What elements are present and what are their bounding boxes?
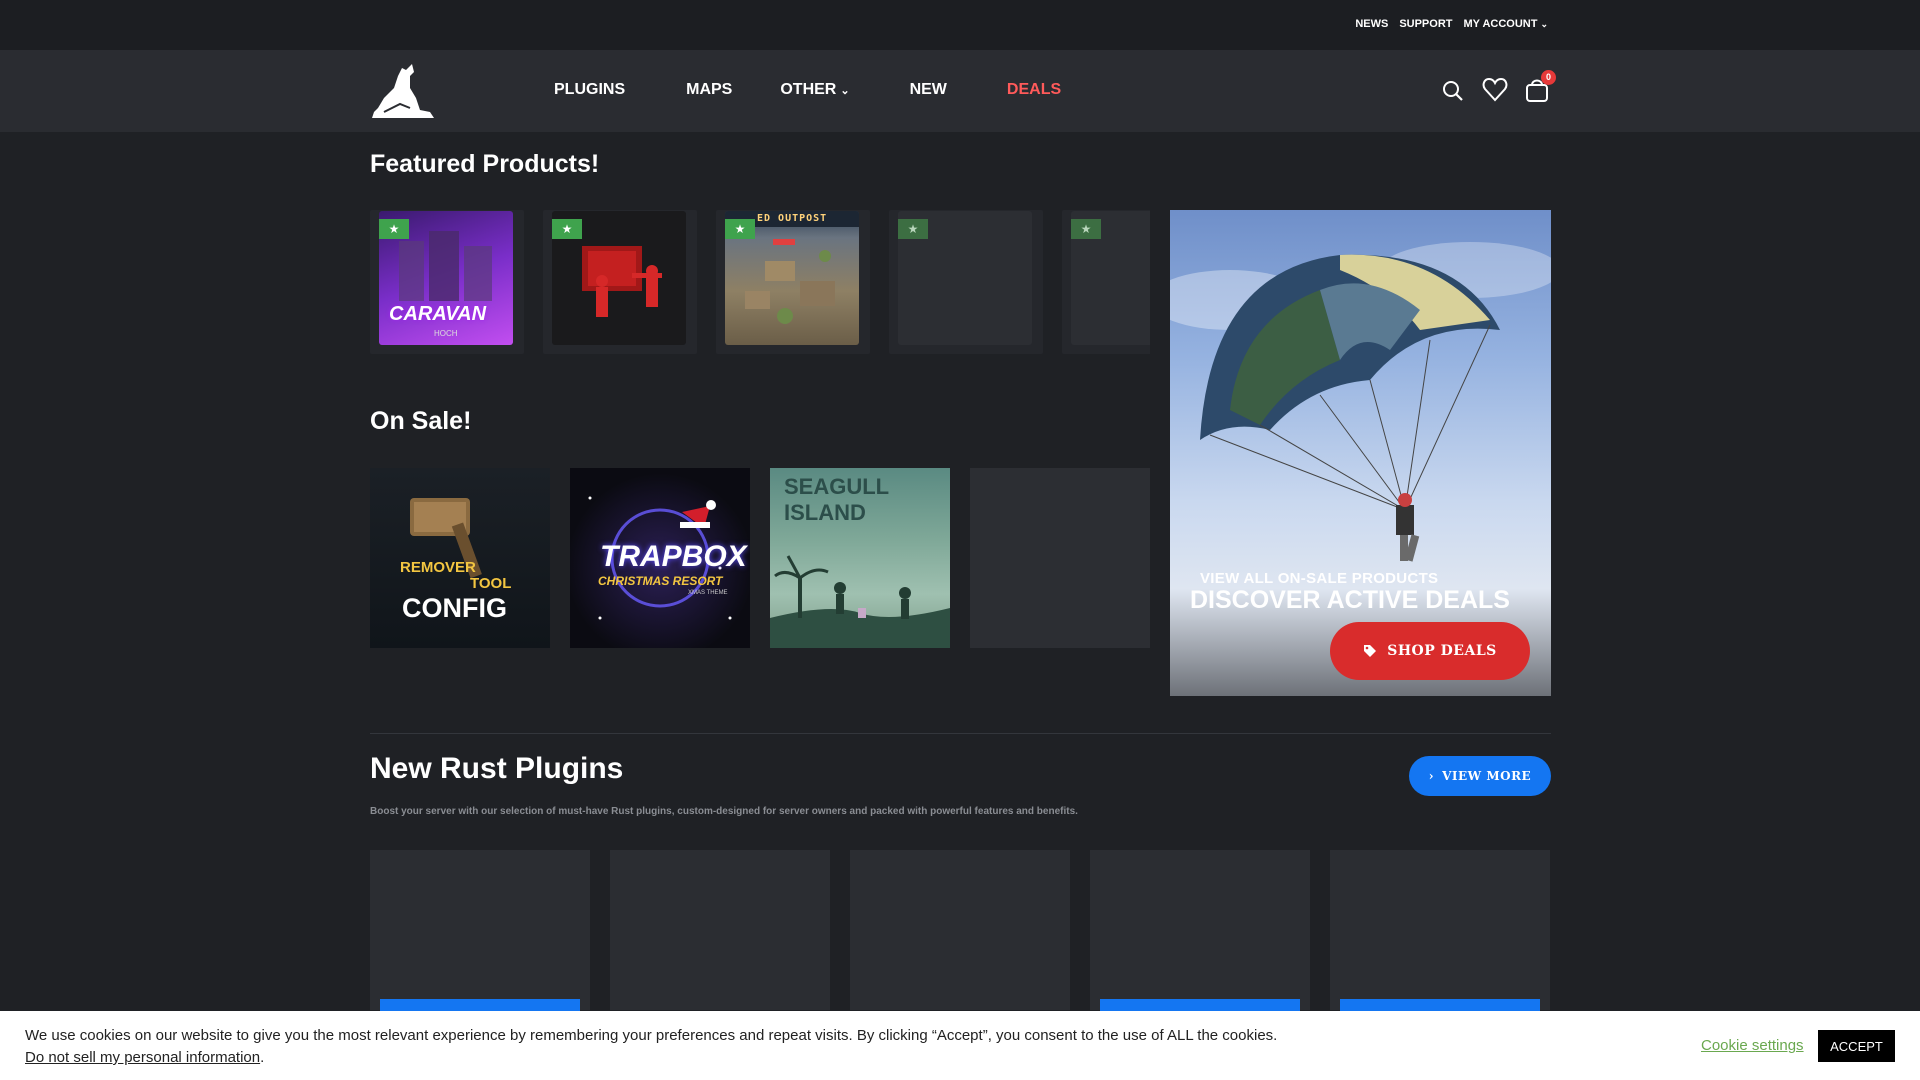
add-to-cart-button[interactable] — [1100, 999, 1300, 1011]
star-icon: ★ — [898, 219, 928, 239]
main-header: PLUGINS MAPS OTHER ⌄ NEW DEALS 0 — [0, 50, 1920, 132]
plugins-description: Boost your server with our selection of … — [370, 806, 1078, 817]
sale-product-card[interactable]: REMOVER TOOL CONFIG — [370, 468, 550, 648]
nav-deals[interactable]: DEALS — [1007, 81, 1061, 99]
main-nav: PLUGINS MAPS OTHER ⌄ NEW DEALS — [554, 81, 1061, 99]
top-links: NEWS SUPPORT MY ACCOUNT ⌄ — [1355, 18, 1548, 30]
product-card[interactable]: CARAVAN HOCH ★ — [370, 210, 524, 354]
chevron-right-icon: › — [1428, 769, 1435, 783]
plugin-card[interactable] — [610, 850, 830, 1010]
product-art-text: TOOL — [470, 575, 512, 592]
my-account-label: MY ACCOUNT — [1463, 18, 1538, 30]
product-art-subtext: HOCH — [434, 329, 458, 338]
plugins-title: New Rust Plugins — [370, 752, 624, 785]
sale-product-card[interactable]: TRAPBOX CHRISTMAS RESORT XMAS THEME — [570, 468, 750, 648]
deals-subtitle: VIEW ALL ON-SALE PRODUCTS — [1200, 570, 1439, 587]
view-more-button[interactable]: › VIEW MORE — [1409, 756, 1551, 796]
accept-cookies-button[interactable]: ACCEPT — [1818, 1030, 1895, 1062]
do-not-sell-link[interactable]: Do not sell my personal information — [25, 1049, 260, 1066]
nav-new[interactable]: NEW — [910, 81, 947, 99]
search-icon[interactable] — [1440, 76, 1466, 104]
product-card[interactable]: ED OUTPOST ★ — [716, 210, 870, 354]
product-art-text: CHRISTMAS RESORT — [598, 574, 723, 588]
top-utility-bar: NEWS SUPPORT MY ACCOUNT ⌄ — [0, 0, 1920, 50]
product-art-text: CARAVAN — [389, 303, 487, 325]
nav-plugins[interactable]: PLUGINS — [554, 81, 625, 99]
header-icons: 0 — [1440, 70, 1556, 104]
cart-icon[interactable]: 0 — [1524, 70, 1556, 104]
star-icon: ★ — [552, 219, 582, 239]
plugin-card[interactable] — [1330, 850, 1550, 1011]
my-account-link[interactable]: MY ACCOUNT ⌄ — [1464, 18, 1549, 30]
shop-deals-label: SHOP DEALS — [1387, 643, 1497, 659]
wolf-logo[interactable] — [370, 62, 436, 120]
deals-headline: DISCOVER ACTIVE DEALS — [1190, 586, 1510, 614]
star-icon: ★ — [1071, 219, 1101, 239]
on-sale-row: REMOVER TOOL CONFIG TRAPBOX CHRISTMAS RE… — [370, 468, 1150, 658]
cookie-message: We use cookies on our website to give yo… — [25, 1027, 1278, 1044]
cart-count-badge: 0 — [1541, 70, 1556, 85]
chevron-down-icon: ⌄ — [1540, 19, 1548, 29]
star-icon: ★ — [725, 219, 755, 239]
nav-other-label: OTHER — [780, 81, 837, 98]
featured-products-row: CARAVAN HOCH ★ ★ ED OUTPOST ★ ★ ★ — [370, 210, 1150, 354]
product-art-text: TRAPBOX — [600, 540, 747, 573]
product-art-text: ED OUTPOST — [757, 213, 828, 224]
support-link[interactable]: SUPPORT — [1399, 18, 1452, 30]
nav-maps[interactable]: MAPS — [686, 81, 732, 99]
product-card[interactable]: ★ — [1062, 210, 1150, 354]
plugin-card[interactable] — [1090, 850, 1310, 1011]
view-more-label: VIEW MORE — [1442, 769, 1532, 783]
plugin-card[interactable] — [850, 850, 1070, 1010]
featured-title: Featured Products! — [370, 150, 600, 178]
product-art-text: SEAGULL ISLAND — [784, 474, 889, 525]
shop-deals-button[interactable]: SHOP DEALS — [1330, 622, 1530, 680]
product-card[interactable]: ★ — [543, 210, 697, 354]
deals-banner[interactable]: VIEW ALL ON-SALE PRODUCTS DISCOVER ACTIV… — [1170, 210, 1551, 696]
news-link[interactable]: NEWS — [1355, 18, 1388, 30]
add-to-cart-button[interactable] — [380, 999, 580, 1011]
product-art-text: REMOVER — [400, 559, 476, 576]
add-to-cart-button[interactable] — [1340, 999, 1540, 1011]
star-icon: ★ — [379, 219, 409, 239]
do-not-sell-row: Do not sell my personal information. — [25, 1049, 265, 1066]
nav-other[interactable]: OTHER ⌄ — [780, 81, 849, 99]
section-divider — [370, 733, 1551, 734]
sale-product-card[interactable] — [970, 468, 1150, 648]
plugin-card[interactable] — [370, 850, 590, 1011]
heart-icon[interactable] — [1482, 76, 1508, 104]
product-art-text: CONFIG — [402, 593, 507, 623]
product-art-text: XMAS THEME — [688, 590, 728, 596]
on-sale-title: On Sale! — [370, 407, 472, 435]
cookie-banner: We use cookies on our website to give yo… — [0, 1011, 1920, 1080]
product-card[interactable]: ★ — [889, 210, 1043, 354]
tag-icon — [1364, 645, 1377, 657]
cookie-settings-link[interactable]: Cookie settings — [1701, 1037, 1804, 1054]
sale-product-card[interactable]: SEAGULL ISLAND — [770, 468, 950, 648]
chevron-down-icon: ⌄ — [840, 85, 850, 97]
